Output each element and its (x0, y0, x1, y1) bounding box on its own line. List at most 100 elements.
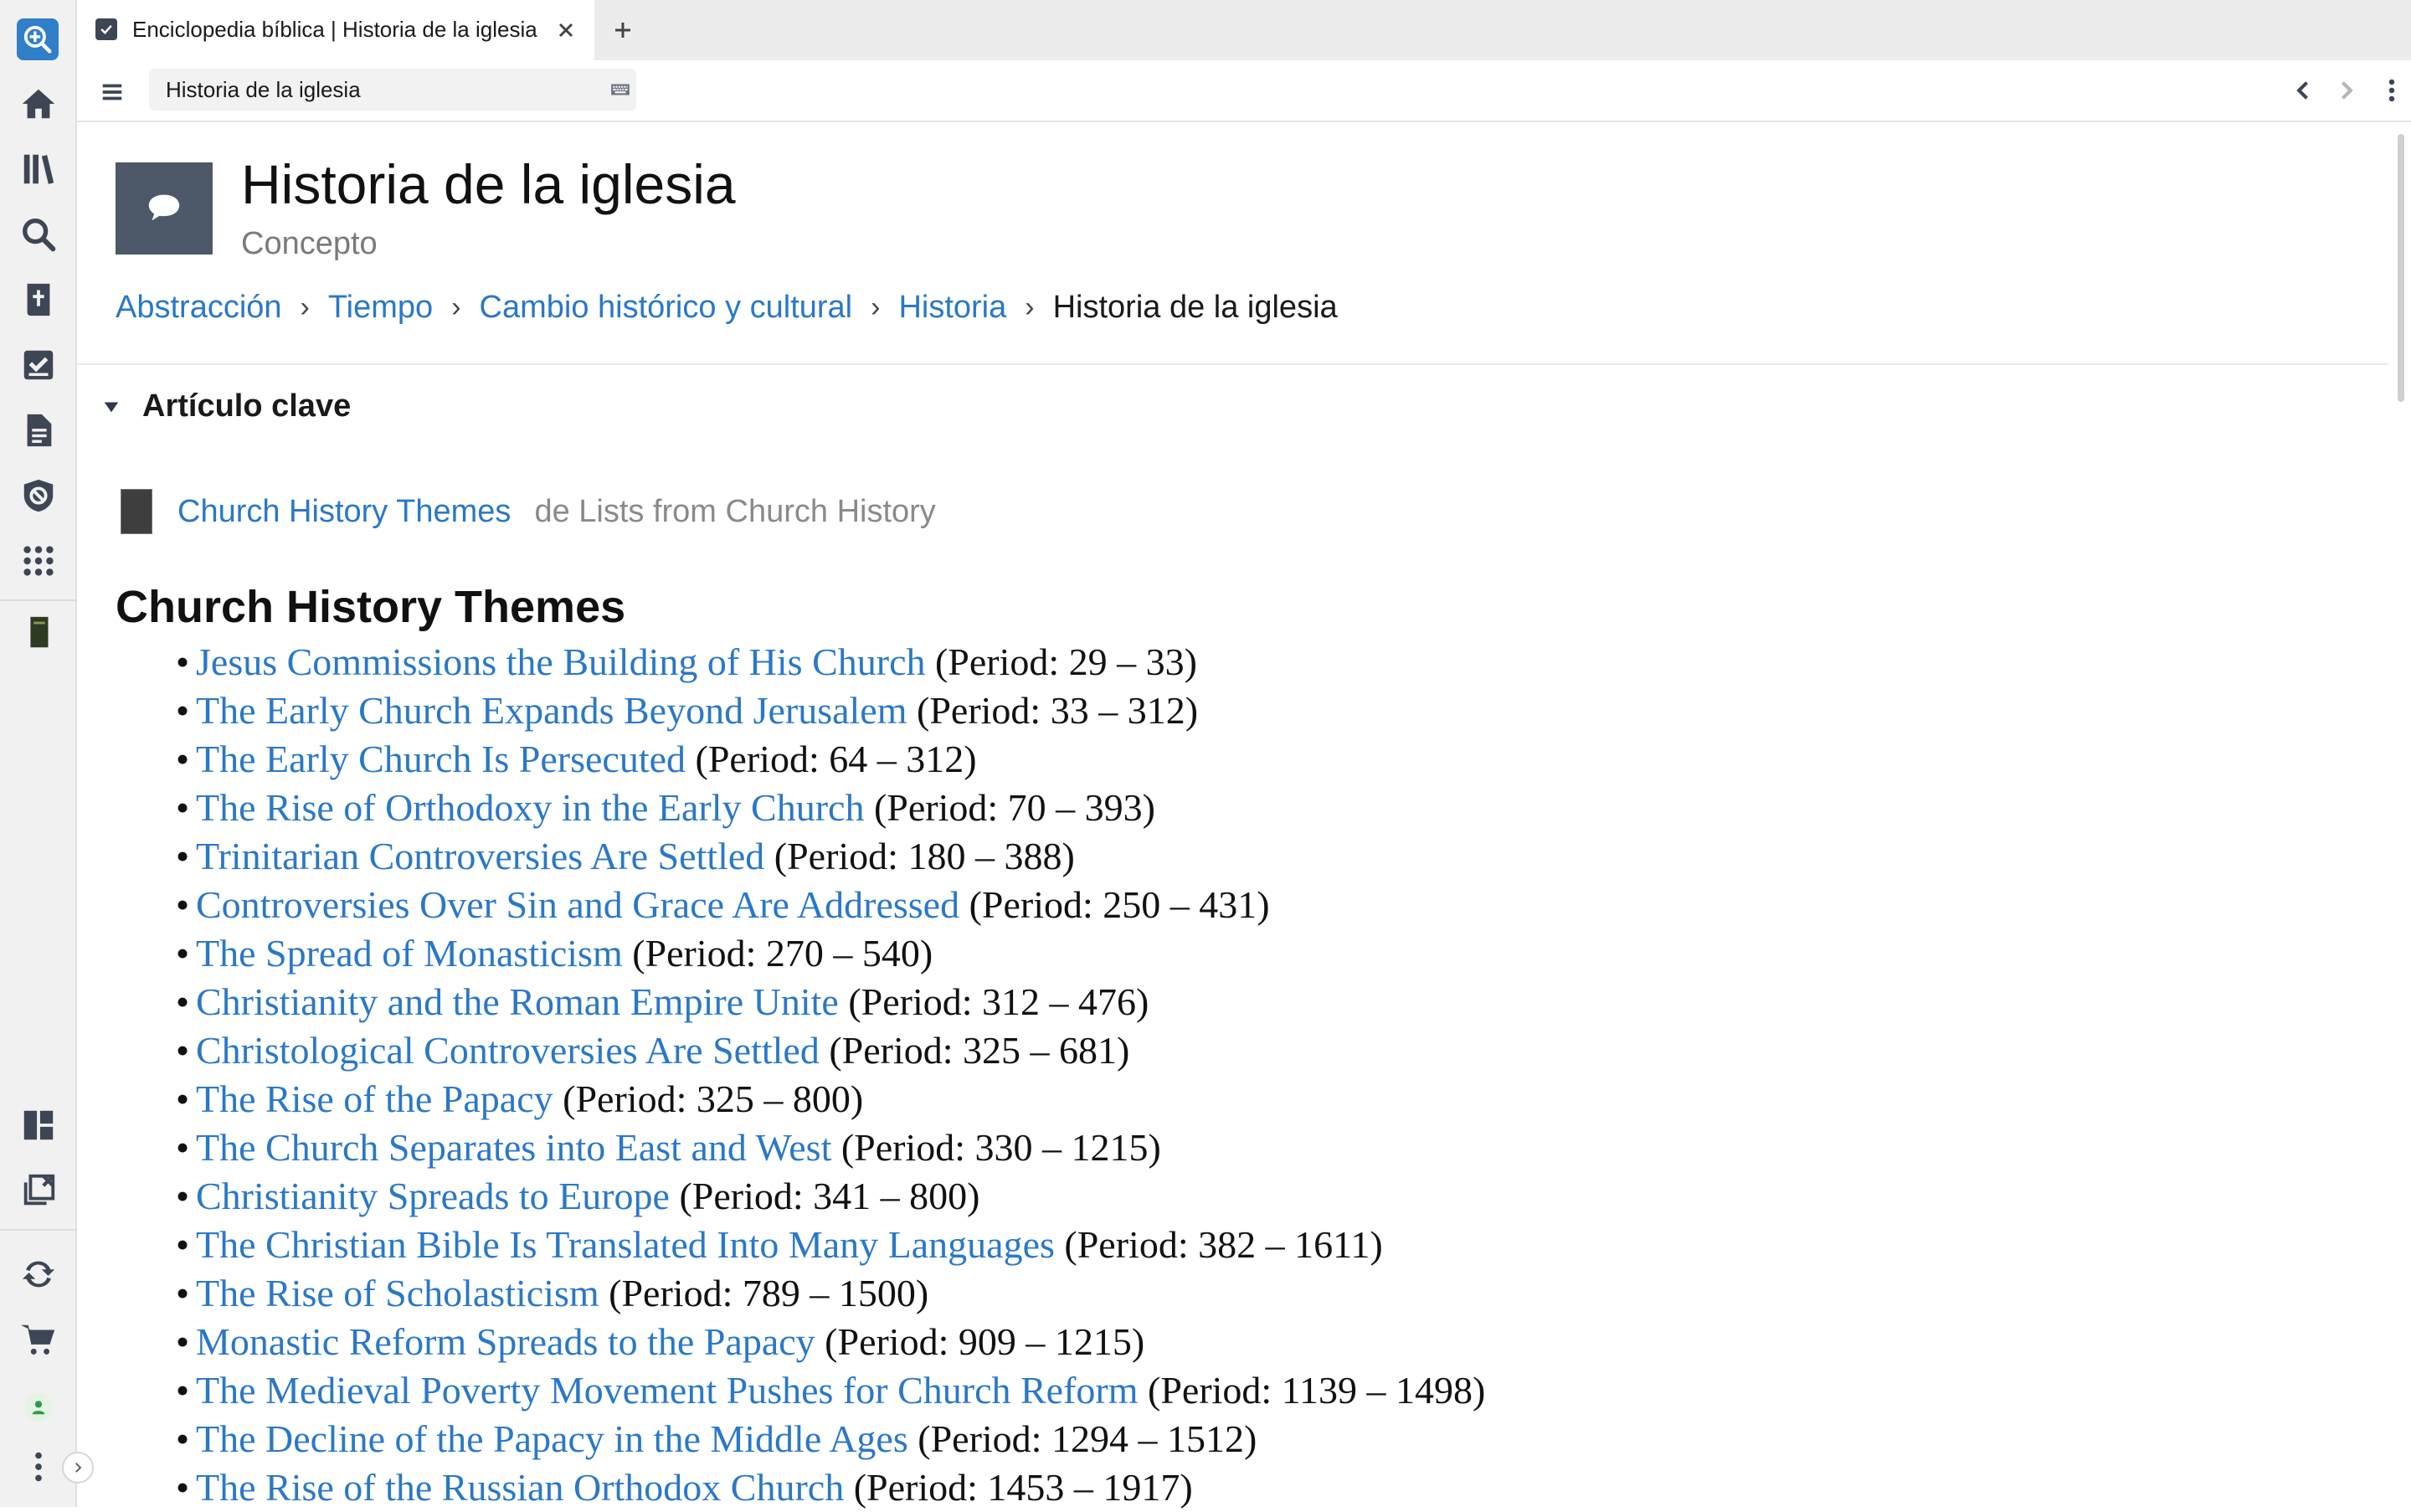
concept-type-icon (116, 162, 213, 255)
theme-link[interactable]: Controversies Over Sin and Grace Are Add… (196, 883, 959, 926)
sidebar-expand-button[interactable] (62, 1452, 94, 1484)
more-vertical-icon (2388, 79, 2395, 102)
encyclopedia-content: Historia de la iglesia Concepto Abstracc… (77, 122, 2411, 1509)
theme-link[interactable]: The Early Church Is Persecuted (196, 738, 686, 780)
breadcrumb-item[interactable]: Tiempo (328, 290, 433, 326)
resource-cover-thumbnail[interactable] (121, 489, 152, 534)
list-item: • Trinitarian Controversies Are Settled (… (176, 832, 1485, 881)
theme-link[interactable]: Trinitarian Controversies Are Settled (196, 835, 764, 877)
breadcrumb-item[interactable]: Historia (898, 290, 1006, 326)
theme-period: (Period: 29 – 33) (934, 640, 1197, 683)
sidebar-close-panels-button[interactable] (15, 1167, 62, 1214)
sidebar-search-button[interactable] (15, 211, 62, 258)
sidebar-documents-button[interactable] (15, 407, 62, 454)
panel-more-button[interactable] (2379, 74, 2404, 107)
logos-logo-button[interactable] (17, 18, 59, 60)
breadcrumb-item[interactable]: Abstracción (116, 290, 282, 326)
theme-link[interactable]: The Medieval Poverty Movement Pushes for… (196, 1369, 1139, 1412)
theme-link[interactable]: The Christian Bible Is Translated Into M… (196, 1223, 1055, 1266)
theme-period: (Period: 1139 – 1498) (1148, 1369, 1486, 1412)
theme-period: (Period: 325 – 681) (829, 1029, 1130, 1072)
list-item: • The Early Church Expands Beyond Jerusal… (176, 687, 1485, 735)
theme-period: (Period: 1453 – 1917) (853, 1466, 1193, 1509)
theme-link[interactable]: Christianity and the Roman Empire Unite (196, 980, 839, 1023)
scrollbar-thumb[interactable] (2398, 134, 2404, 402)
keyboard-button[interactable] (609, 79, 633, 100)
reference-input-value: Historia de la iglesia (166, 77, 361, 102)
sidebar-bible-button[interactable] (15, 276, 62, 323)
theme-link[interactable]: Monastic Reform Spreads to the Papacy (196, 1320, 815, 1363)
theme-link[interactable]: Christianity Spreads to Europe (196, 1175, 670, 1217)
app-sidebar (0, 0, 77, 1507)
key-article-link[interactable]: Church History Themes (177, 494, 511, 530)
apps-grid-icon (23, 546, 54, 576)
back-button[interactable] (2287, 74, 2321, 107)
theme-link[interactable]: Jesus Commissions the Building of His Ch… (196, 640, 925, 683)
theme-link[interactable]: The Rise of Orthodoxy in the Early Churc… (196, 786, 864, 829)
list-item: • The Rise of the Papacy (Period: 325 – 8… (176, 1075, 1485, 1124)
sidebar-divider (0, 599, 77, 601)
page-title: Historia de la iglesia (241, 153, 736, 215)
sidebar-home-button[interactable] (15, 80, 62, 127)
triangle-down-icon (104, 402, 119, 412)
theme-period: (Period: 180 – 388) (774, 835, 1075, 877)
search-icon (23, 219, 56, 252)
theme-link[interactable]: The Early Church Expands Beyond Jerusale… (196, 689, 907, 732)
panel-menu-button[interactable] (95, 75, 129, 109)
theme-period: (Period: 1294 – 1512) (918, 1417, 1257, 1460)
bullet: • (176, 1369, 190, 1412)
section-collapse-toggle[interactable] (97, 393, 126, 421)
sidebar-store-button[interactable] (15, 1316, 62, 1363)
tab-title: Enciclopedia bíblica | Historia de la ig… (132, 17, 537, 42)
sidebar-verbum-button[interactable] (15, 472, 62, 519)
breadcrumb: Abstracción › Tiempo › Cambio histórico … (116, 290, 1338, 326)
document-icon (27, 414, 52, 447)
bullet: • (176, 1417, 190, 1460)
theme-period: (Period: 250 – 431) (969, 883, 1270, 926)
bullet: • (176, 932, 190, 975)
theme-period: (Period: 382 – 1611) (1064, 1223, 1383, 1266)
theme-period: (Period: 909 – 1215) (825, 1320, 1145, 1363)
sidebar-sync-button[interactable] (15, 1251, 62, 1298)
sidebar-more-button[interactable] (15, 1443, 62, 1490)
sidebar-reading-plan-button[interactable] (15, 342, 62, 388)
bullet: • (176, 1126, 190, 1169)
list-item: • The Rise of the Russian Orthodox Church… (176, 1463, 1485, 1512)
sync-icon (22, 1261, 55, 1288)
verbum-icon (23, 479, 54, 512)
chevron-right-icon (2342, 81, 2353, 100)
sidebar-tools-button[interactable] (15, 537, 62, 584)
section-header-key-article[interactable]: Artículo clave (97, 388, 351, 424)
bullet: • (176, 738, 190, 780)
reference-input[interactable]: Historia de la iglesia (149, 69, 636, 111)
theme-period: (Period: 70 – 393) (873, 786, 1155, 829)
theme-link[interactable]: The Rise of the Russian Orthodox Church (196, 1466, 844, 1509)
theme-link[interactable]: The Church Separates into East and West (196, 1126, 831, 1169)
sidebar-divider (0, 1229, 77, 1231)
sidebar-account-button[interactable] (24, 1393, 53, 1422)
logos-logo-icon (23, 25, 52, 54)
sidebar-open-resource-button[interactable] (15, 609, 62, 656)
theme-link[interactable]: The Decline of the Papacy in the Middle … (196, 1417, 908, 1460)
bullet: • (176, 980, 190, 1023)
tab-close-button[interactable] (553, 17, 579, 44)
theme-link[interactable]: The Rise of Scholasticism (196, 1272, 599, 1314)
breadcrumb-item[interactable]: Cambio histórico y cultural (480, 290, 853, 326)
tab-enciclopedia[interactable]: Enciclopedia bíblica | Historia de la ig… (77, 0, 594, 60)
theme-link[interactable]: Christological Controversies Are Settled (196, 1029, 820, 1072)
bullet: • (176, 1223, 190, 1266)
bullet: • (176, 1077, 190, 1120)
sidebar-layouts-button[interactable] (15, 1102, 62, 1149)
breadcrumb-separator: › (871, 291, 881, 323)
key-article-row: Church History Themes de Lists from Chur… (121, 489, 936, 534)
theme-link[interactable]: The Spread of Monasticism (196, 932, 623, 975)
sidebar-library-button[interactable] (15, 146, 62, 193)
forward-button[interactable] (2329, 74, 2362, 107)
theme-period: (Period: 341 – 800) (679, 1175, 980, 1217)
article-heading: Church History Themes (116, 582, 626, 632)
theme-link[interactable]: The Rise of the Papacy (196, 1077, 553, 1120)
header-divider (77, 363, 2388, 365)
new-tab-button[interactable] (609, 17, 636, 44)
bullet: • (176, 1320, 190, 1363)
chevron-left-icon (2296, 81, 2308, 100)
